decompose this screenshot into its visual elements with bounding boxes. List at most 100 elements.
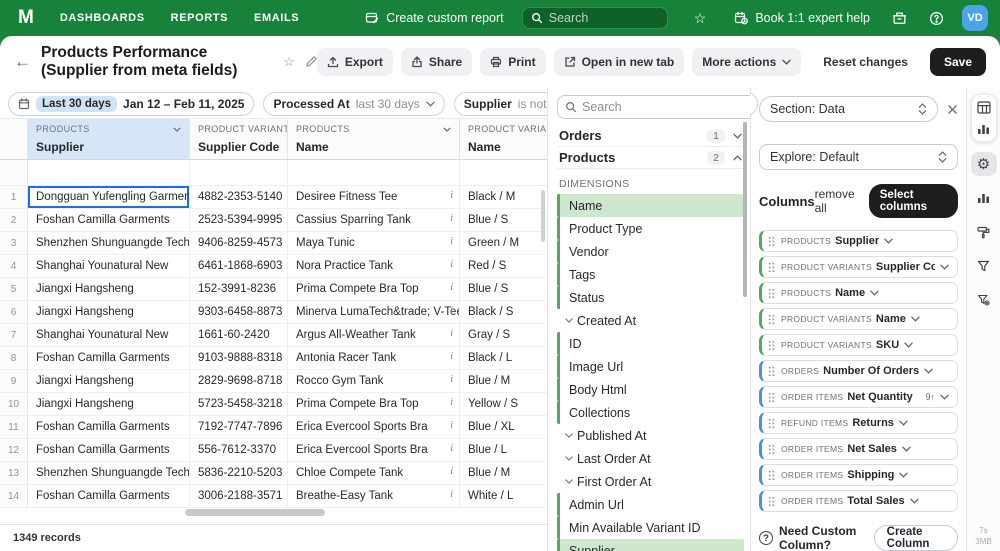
cell-variant-name[interactable]: White / L: [460, 485, 547, 507]
chevron-down-icon[interactable]: [560, 479, 577, 484]
info-icon[interactable]: i: [450, 374, 453, 385]
dimension-item-body-html[interactable]: Body Html: [557, 378, 744, 401]
info-icon[interactable]: i: [450, 466, 453, 477]
info-icon[interactable]: i: [450, 420, 453, 431]
cell-supplier[interactable]: Dongguan Yufengling Garment Co.: [28, 186, 190, 208]
drag-handle-icon[interactable]: [768, 444, 775, 455]
dimension-item-published-at[interactable]: Published At: [557, 424, 744, 447]
chevron-down-icon[interactable]: [560, 456, 577, 461]
cell-supplier[interactable]: Foshan Camilla Garments: [28, 347, 190, 369]
cell-supplier-code[interactable]: 3006-2188-3571: [190, 485, 288, 507]
cell-variant-name[interactable]: Blue / L: [460, 439, 547, 461]
info-icon[interactable]: i: [450, 190, 453, 201]
cell-supplier-code[interactable]: 4882-2353-5140: [190, 186, 288, 208]
column-header-products-supplier[interactable]: PRODUCTS Supplier: [28, 119, 190, 159]
cell-variant-name[interactable]: Gray / S: [460, 324, 547, 346]
cell-supplier-code[interactable]: 9406-8259-4573: [190, 232, 288, 254]
chevron-down-icon[interactable]: [899, 420, 908, 426]
cell-variant-name[interactable]: Black / L: [460, 347, 547, 369]
cell-supplier[interactable]: Jiangxi Hangsheng: [28, 278, 190, 300]
reset-changes-button[interactable]: Reset changes: [813, 48, 918, 76]
cell-supplier[interactable]: Foshan Camilla Garments: [28, 416, 190, 438]
cell-supplier-code[interactable]: 5836-2210-5203: [190, 462, 288, 484]
drag-handle-icon[interactable]: [768, 418, 775, 429]
cell-product-name[interactable]: Cassius Sparring Tanki: [288, 209, 460, 231]
group-orders[interactable]: Orders 1: [557, 125, 744, 147]
dimension-item-status[interactable]: Status: [557, 286, 744, 309]
drag-handle-icon[interactable]: [768, 236, 775, 247]
user-avatar[interactable]: VD: [962, 5, 988, 31]
cell-variant-name[interactable]: Blue / M: [460, 370, 547, 392]
drag-handle-icon[interactable]: [768, 288, 775, 299]
cell-variant-name[interactable]: Black / S: [460, 301, 547, 323]
fields-scrollbar-thumb[interactable]: [743, 122, 747, 297]
cell-variant-name[interactable]: Red / S: [460, 255, 547, 277]
nav-reports[interactable]: REPORTS: [171, 12, 228, 24]
chevron-down-icon[interactable]: [884, 238, 893, 244]
favorite-icon[interactable]: ☆: [694, 10, 707, 27]
processed-at-filter-pill[interactable]: Processed At last 30 days: [263, 92, 444, 116]
dimension-item-image-url[interactable]: Image Url: [557, 355, 744, 378]
dimension-item-tags[interactable]: Tags: [557, 263, 744, 286]
chevron-down-icon[interactable]: [560, 433, 577, 438]
cell-product-name[interactable]: Chloe Compete Tanki: [288, 462, 460, 484]
export-button[interactable]: Export: [317, 48, 393, 76]
cell-supplier-code[interactable]: 5723-5458-3218: [190, 393, 288, 415]
cell-product-name[interactable]: Antonia Racer Tanki: [288, 347, 460, 369]
dimension-item-vendor[interactable]: Vendor: [557, 240, 744, 263]
close-settings-panel-icon[interactable]: [947, 104, 958, 115]
column-chip-supplier-code[interactable]: PRODUCT VARIANTS Supplier Code: [759, 256, 958, 278]
global-search-input[interactable]: [549, 11, 659, 25]
print-button[interactable]: Print: [480, 48, 545, 76]
cell-product-name[interactable]: Rocco Gym Tanki: [288, 370, 460, 392]
dimension-item-supplier[interactable]: Supplier: [557, 539, 744, 551]
global-search[interactable]: [522, 7, 668, 29]
style-button[interactable]: [971, 220, 997, 244]
create-column-button[interactable]: Create Column: [874, 525, 958, 551]
section-select[interactable]: Section: Data: [759, 96, 938, 122]
cell-supplier-code[interactable]: 9103-9888-8318: [190, 347, 288, 369]
info-icon[interactable]: i: [450, 351, 453, 362]
chart-settings-button[interactable]: [971, 186, 997, 210]
chevron-down-icon[interactable]: [910, 498, 919, 504]
column-chip-name[interactable]: PRODUCTS Name: [759, 282, 958, 304]
fields-search[interactable]: ⋮: [557, 95, 750, 119]
back-arrow-icon[interactable]: ←: [14, 52, 31, 72]
cell-supplier[interactable]: Foshan Camilla Garments: [28, 439, 190, 461]
chevron-down-icon[interactable]: [904, 342, 913, 348]
cell-supplier[interactable]: Foshan Camilla Garments: [28, 209, 190, 231]
column-chip-net-sales[interactable]: ORDER ITEMS Net Sales: [759, 438, 958, 460]
info-icon[interactable]: i: [450, 259, 453, 270]
chevron-down-icon[interactable]: [940, 264, 949, 270]
cell-supplier[interactable]: Shenzhen Shunguangde Technology: [28, 462, 190, 484]
drag-handle-icon[interactable]: [768, 262, 775, 273]
cell-product-name[interactable]: Breathe-Easy Tanki: [288, 485, 460, 507]
save-button[interactable]: Save: [930, 48, 986, 76]
cell-variant-name[interactable]: Blue / M: [460, 462, 547, 484]
cell-product-name[interactable]: Maya Tunici: [288, 232, 460, 254]
dimension-item-name[interactable]: Name: [557, 194, 744, 217]
cell-product-name[interactable]: Nora Practice Tanki: [288, 255, 460, 277]
filter-rail-button[interactable]: [971, 254, 997, 278]
dimension-item-admin-url[interactable]: Admin Url: [557, 493, 744, 516]
cell-supplier[interactable]: Jiangxi Hangsheng: [28, 301, 190, 323]
column-chip-supplier[interactable]: PRODUCTS Supplier: [759, 230, 958, 252]
dimension-item-created-at[interactable]: Created At: [557, 309, 744, 332]
cell-product-name[interactable]: Erica Evercool Sports Brai: [288, 416, 460, 438]
drag-handle-icon[interactable]: [768, 496, 775, 507]
cell-variant-name[interactable]: Blue / S: [460, 278, 547, 300]
settings-rail-button[interactable]: ⚙: [971, 152, 997, 176]
remove-all-link[interactable]: remove all: [815, 187, 859, 215]
cell-supplier[interactable]: Shenzhen Shunguangde Technology: [28, 232, 190, 254]
cell-supplier[interactable]: Jiangxi Hangsheng: [28, 393, 190, 415]
column-chip-sku[interactable]: PRODUCT VARIANTS SKU: [759, 334, 958, 356]
chevron-down-icon[interactable]: [870, 290, 879, 296]
dimension-item-collections[interactable]: Collections: [557, 401, 744, 424]
column-header-variants-supplier-code[interactable]: PRODUCT VARIANTS Supplier Code: [190, 119, 288, 159]
help-icon[interactable]: [929, 11, 944, 26]
filter-settings-button[interactable]: [971, 288, 997, 312]
date-range-pill[interactable]: Last 30 days Jan 12 – Feb 11, 2025: [8, 92, 254, 116]
chevron-down-icon[interactable]: [899, 472, 908, 478]
dimension-item-id[interactable]: ID: [557, 332, 744, 355]
column-chip-shipping[interactable]: ORDER ITEMS Shipping: [759, 464, 958, 486]
